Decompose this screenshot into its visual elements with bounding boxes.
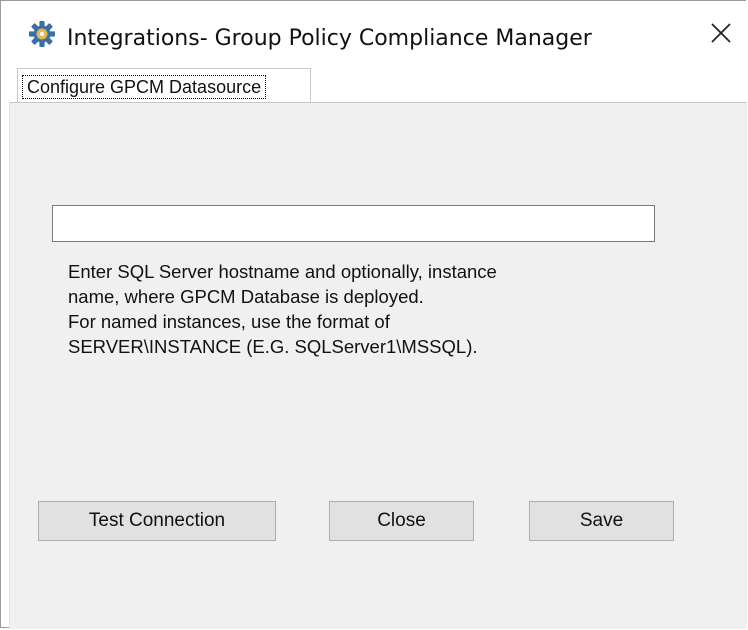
tab-strip: Configure GPCM Datasource <box>1 67 747 103</box>
sql-server-input[interactable] <box>52 205 655 242</box>
title-bar[interactable]: Integrations- Group Policy Compliance Ma… <box>1 1 747 67</box>
close-button[interactable]: Close <box>329 501 474 541</box>
save-button[interactable]: Save <box>529 501 674 541</box>
gear-icon <box>29 21 55 47</box>
server-input-hint: Enter SQL Server hostname and optionally… <box>68 259 608 359</box>
tab-panel: Enter SQL Server hostname and optionally… <box>9 102 747 629</box>
dialog-window: Integrations- Group Policy Compliance Ma… <box>0 0 747 629</box>
tab-label: Configure GPCM Datasource <box>22 75 267 99</box>
hint-line: For named instances, use the format of <box>68 311 390 332</box>
close-window-button[interactable] <box>697 13 745 57</box>
window-title: Integrations- Group Policy Compliance Ma… <box>67 26 592 51</box>
hint-line: SERVER\INSTANCE (E.G. SQLServer1\MSSQL). <box>68 336 478 357</box>
test-connection-button[interactable]: Test Connection <box>38 501 276 541</box>
close-icon[interactable] <box>710 22 732 49</box>
hint-line: name, where GPCM Database is deployed. <box>68 286 424 307</box>
hint-line: Enter SQL Server hostname and optionally… <box>68 261 497 282</box>
tab-configure-gpcm-datasource[interactable]: Configure GPCM Datasource <box>17 68 311 102</box>
